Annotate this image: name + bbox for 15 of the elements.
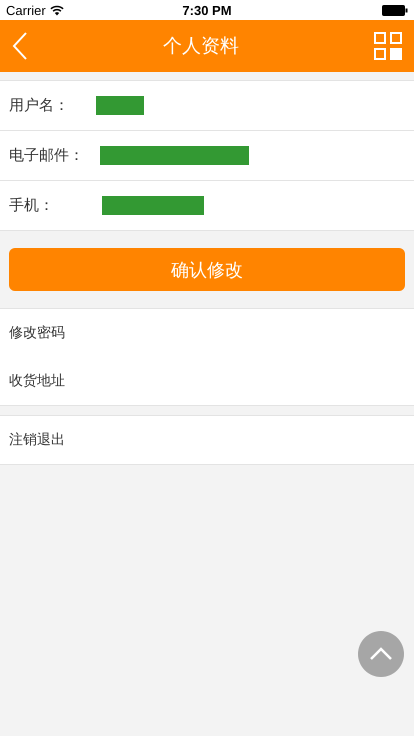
carrier-label: Carrier (6, 2, 46, 18)
menu-item[interactable]: 收货地址 (9, 372, 65, 390)
page-title: 个人资料 (163, 34, 239, 59)
field-label: 电子邮件： (9, 146, 85, 165)
back-icon[interactable] (12, 32, 28, 60)
grid-icon[interactable] (374, 32, 402, 60)
menu-item[interactable]: 修改密码 (9, 324, 65, 342)
field-label: 用户名： (9, 96, 70, 115)
battery-icon (382, 4, 408, 16)
scroll-top-button[interactable] (358, 631, 404, 677)
menu-item[interactable]: 注销退出 (9, 431, 65, 449)
wifi-icon (50, 4, 64, 16)
clock-time: 7:30 PM (182, 2, 232, 18)
chevron-up-icon (369, 647, 393, 661)
field-label: 手机： (9, 196, 55, 215)
